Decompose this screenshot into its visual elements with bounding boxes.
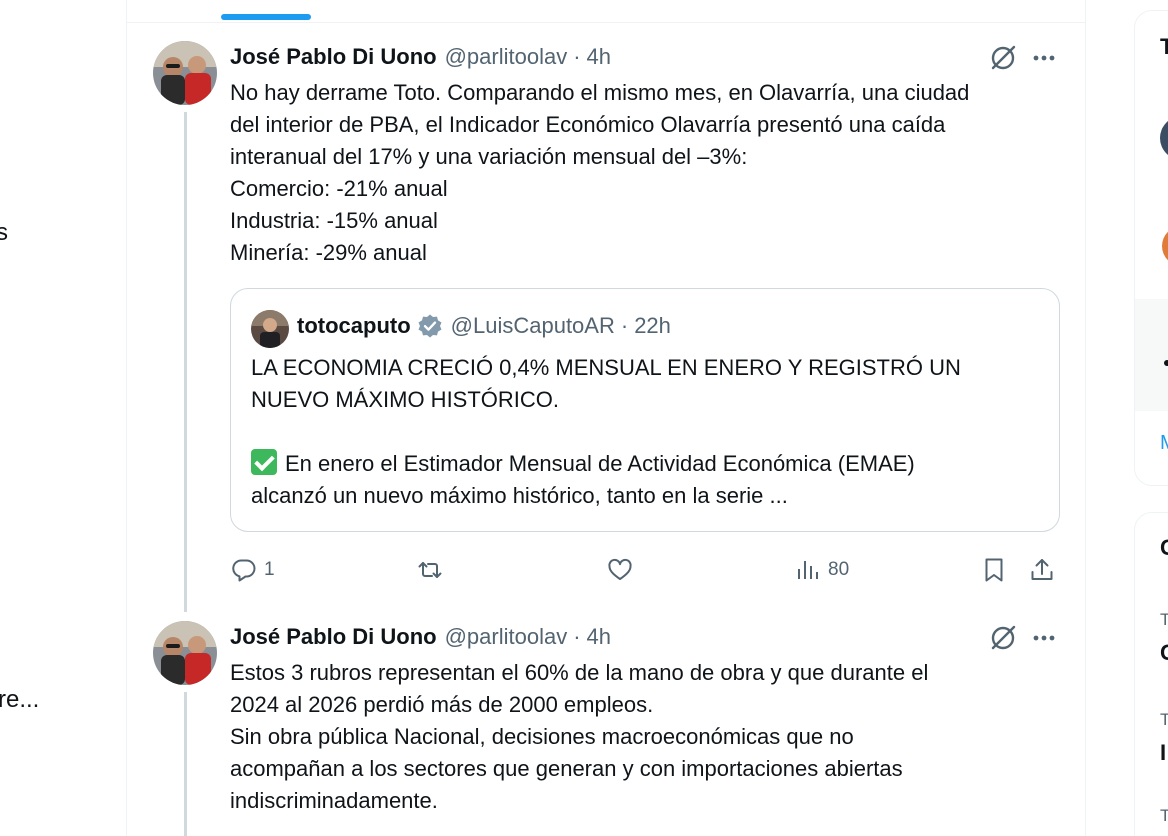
quote-line: En enero el Estimador Mensual de Activid… bbox=[251, 448, 1041, 480]
left-sidebar-fragment: s bbox=[0, 219, 8, 246]
verified-badge-icon bbox=[418, 314, 442, 338]
author-name[interactable]: José Pablo Di Uono bbox=[230, 44, 437, 70]
left-sidebar: s re... bbox=[0, 0, 126, 836]
like-button[interactable] bbox=[606, 554, 634, 586]
timeline: José Pablo Di Uono @parlitoolav · 4h No … bbox=[126, 0, 1086, 836]
tweet-line: del interior de PBA, el Indicador Económ… bbox=[230, 112, 946, 137]
retweet-button[interactable] bbox=[416, 554, 444, 586]
share-icon bbox=[1031, 559, 1053, 580]
list-bullet bbox=[1164, 360, 1168, 366]
quote-line bbox=[251, 416, 1041, 448]
tweet-line: Estos 3 rubros representan el 60% de la … bbox=[230, 660, 929, 685]
avatar[interactable] bbox=[153, 41, 217, 105]
grok-icon[interactable] bbox=[988, 43, 1018, 73]
quote-line-text: En enero el Estimador Mensual de Activid… bbox=[285, 451, 915, 476]
separator: · bbox=[573, 624, 581, 649]
tweet-line: indiscriminadamente. bbox=[230, 788, 438, 813]
more-icon[interactable] bbox=[1029, 623, 1059, 653]
trend-category: T bbox=[1160, 710, 1168, 729]
separator: · bbox=[620, 313, 629, 338]
right-sidebar: T M C T C T I T bbox=[1134, 0, 1168, 836]
card-title: C bbox=[1160, 535, 1168, 560]
trend-name[interactable]: C bbox=[1160, 640, 1168, 666]
quote-line: LA ECONOMIA CRECIÓ 0,4% MENSUAL EN ENERO… bbox=[251, 355, 961, 380]
quote-line: NUEVO MÁXIMO HISTÓRICO. bbox=[251, 387, 560, 412]
tweet-line: acompañan a los sectores que generan y c… bbox=[230, 756, 903, 781]
retweet-icon bbox=[418, 562, 442, 578]
tweet-header: José Pablo Di Uono @parlitoolav · 4h bbox=[230, 624, 611, 650]
separator: · bbox=[573, 44, 581, 69]
left-sidebar-fragment[interactable]: re... bbox=[0, 686, 39, 714]
active-tab-indicator bbox=[221, 14, 311, 20]
tweet-line: 2024 al 2026 perdió más de 2000 empleos. bbox=[230, 692, 654, 717]
author-handle[interactable]: @parlitoolav bbox=[445, 44, 568, 70]
show-more-link[interactable]: M bbox=[1160, 432, 1168, 455]
tweet-text: Estos 3 rubros representan el 60% de la … bbox=[230, 657, 1060, 817]
tweet-line: Comercio: -21% anual bbox=[230, 176, 448, 201]
author-name[interactable]: José Pablo Di Uono bbox=[230, 624, 437, 650]
grok-icon[interactable] bbox=[988, 623, 1018, 653]
quote-header: totocaputo @LuisCaputoAR · 22h bbox=[297, 313, 671, 339]
hover-row bbox=[1135, 299, 1168, 411]
trend-name[interactable]: I bbox=[1160, 740, 1166, 766]
share-button[interactable] bbox=[1028, 554, 1056, 586]
quote-tweet[interactable]: totocaputo @LuisCaputoAR · 22h LA ECONOM… bbox=[230, 288, 1060, 532]
quote-line: alcanzó un nuevo máximo histórico, tanto… bbox=[251, 483, 788, 508]
quote-avatar bbox=[251, 310, 289, 348]
quote-text: LA ECONOMIA CRECIÓ 0,4% MENSUAL EN ENERO… bbox=[251, 352, 1041, 512]
divider bbox=[127, 22, 1085, 23]
tweet-header: José Pablo Di Uono @parlitoolav · 4h bbox=[230, 44, 611, 70]
reply-icon bbox=[232, 559, 256, 582]
views-icon bbox=[798, 561, 818, 579]
bookmark-icon bbox=[985, 558, 1003, 582]
check-mark-icon bbox=[251, 449, 277, 475]
more-icon[interactable] bbox=[1029, 43, 1059, 73]
tweet-time[interactable]: 4h bbox=[587, 44, 611, 70]
reply-count: 1 bbox=[264, 559, 275, 580]
tweet-line: Sin obra pública Nacional, decisiones ma… bbox=[230, 724, 854, 749]
trend-category: T bbox=[1160, 806, 1168, 825]
tweet-actions: 1 80 bbox=[230, 554, 1060, 586]
heart-icon bbox=[608, 558, 632, 580]
quote-author-name: totocaputo bbox=[297, 313, 411, 338]
author-handle[interactable]: @parlitoolav bbox=[445, 624, 568, 650]
thread-line bbox=[184, 112, 187, 612]
tweet-line: interanual del 17% y una variación mensu… bbox=[230, 144, 748, 169]
tweet-text: No hay derrame Toto. Comparando el mismo… bbox=[230, 77, 1060, 269]
tweet-time[interactable]: 4h bbox=[587, 624, 611, 650]
thread-line bbox=[184, 692, 187, 836]
views-button[interactable]: 80 bbox=[794, 554, 849, 586]
card-title: T bbox=[1160, 34, 1168, 59]
reply-button[interactable]: 1 bbox=[230, 554, 275, 586]
avatar[interactable] bbox=[153, 621, 217, 685]
tweet-line: Minería: -29% anual bbox=[230, 240, 427, 265]
views-count: 80 bbox=[828, 559, 850, 580]
trend-category: T bbox=[1160, 610, 1168, 629]
tweet-line: Industria: -15% anual bbox=[230, 208, 438, 233]
tweet-line: No hay derrame Toto. Comparando el mismo… bbox=[230, 80, 970, 105]
bookmark-button[interactable] bbox=[980, 554, 1008, 586]
quote-time: 22h bbox=[634, 313, 671, 338]
quote-author-handle: @LuisCaputoAR bbox=[450, 313, 615, 338]
